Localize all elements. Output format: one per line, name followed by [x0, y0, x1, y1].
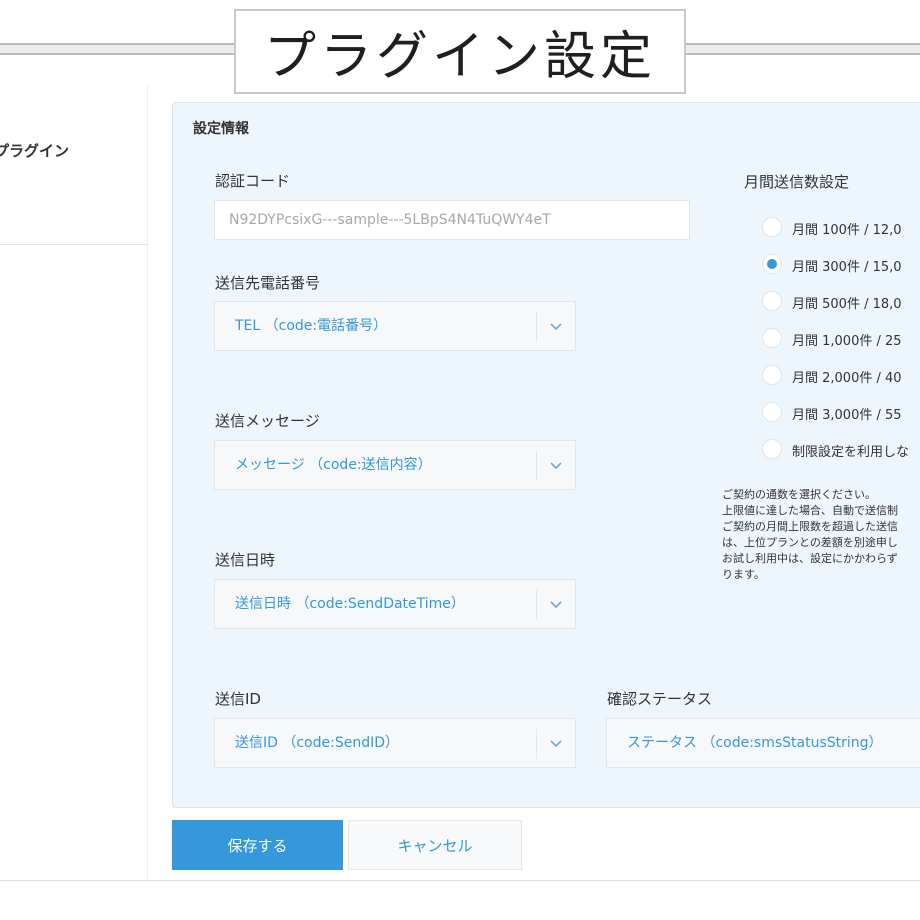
plan-option-label: 制限設定を利用しな [792, 445, 910, 460]
phone-label: 送信先電話番号 [215, 274, 321, 292]
radio-button[interactable] [762, 254, 782, 274]
plan-option-label: 月間 300件 / 15,0 [792, 260, 902, 275]
plan-option[interactable]: 月間 500件 / 18,0 [762, 290, 920, 314]
plan-option[interactable]: 月間 3,000件 / 55 [762, 401, 920, 425]
cancel-button[interactable]: キャンセル [348, 820, 522, 870]
select-divider [536, 451, 537, 481]
datetime-select[interactable]: 送信日時 （code:SendDateTime） [214, 579, 576, 629]
plan-note-line: 上限値に達した場合、自動で送信制 [722, 504, 898, 517]
status-select-value: ステータス （code:smsStatusString） [627, 735, 883, 751]
phone-select-value: TEL （code:電話番号） [235, 318, 388, 334]
left-sidebar [0, 84, 148, 880]
radio-button[interactable] [762, 402, 782, 422]
plan-option[interactable]: 制限設定を利用しな [762, 438, 920, 462]
sidebar-divider [147, 84, 148, 880]
plan-option-label: 月間 500件 / 18,0 [792, 297, 902, 312]
plan-option[interactable]: 月間 100件 / 12,0 [762, 216, 920, 240]
message-select[interactable]: メッセージ （code:送信内容） [214, 440, 576, 490]
auth-code-input[interactable] [214, 200, 690, 240]
plan-title: 月間送信数設定 [744, 173, 850, 191]
banner: プラグイン設定 [234, 9, 686, 94]
auth-code-label: 認証コード [215, 172, 291, 190]
panel-title: 設定情報 [193, 121, 249, 137]
plan-option-label: 月間 3,000件 / 55 [792, 408, 902, 423]
select-divider [536, 312, 537, 342]
page-title: プラグイン設定 [263, 27, 656, 87]
plan-note-line: ご契約の月間上限数を超過した送信 [722, 520, 898, 533]
plan-note-line: ご契約の通数を選択ください。 [722, 488, 876, 501]
radio-button[interactable] [762, 291, 782, 311]
plan-note: ご契約の通数を選択ください。 上限値に達した場合、自動で送信制 ご契約の月間上限… [722, 487, 898, 583]
plan-option-label: 月間 100件 / 12,0 [792, 223, 902, 238]
radio-button[interactable] [762, 439, 782, 459]
chevron-down-icon [550, 323, 562, 331]
radio-button[interactable] [762, 328, 782, 348]
select-divider [536, 729, 537, 759]
radio-button[interactable] [762, 365, 782, 385]
chevron-down-icon [550, 740, 562, 748]
status-select[interactable]: ステータス （code:smsStatusString） [606, 718, 920, 768]
datetime-select-value: 送信日時 （code:SendDateTime） [235, 596, 465, 612]
select-divider [536, 590, 537, 620]
save-button[interactable]: 保存する [172, 820, 343, 870]
plan-option[interactable]: 月間 300件 / 15,0 [762, 253, 920, 277]
plan-option[interactable]: 月間 1,000件 / 25 [762, 327, 920, 351]
footer-divider [0, 880, 920, 881]
send-id-select-value: 送信ID （code:SendID） [235, 735, 400, 751]
plan-option[interactable]: 月間 2,000件 / 40 [762, 364, 920, 388]
send-id-select[interactable]: 送信ID （code:SendID） [214, 718, 576, 768]
send-id-label: 送信ID [215, 690, 261, 708]
message-select-value: メッセージ （code:送信内容） [235, 457, 432, 473]
plan-option-label: 月間 2,000件 / 40 [792, 371, 902, 386]
sidebar-separator [0, 244, 148, 245]
plan-note-line: お試し利用中は、設定にかかわらず [722, 552, 898, 565]
status-label: 確認ステータス [607, 690, 713, 708]
chevron-down-icon [550, 462, 562, 470]
chevron-down-icon [550, 601, 562, 609]
phone-select[interactable]: TEL （code:電話番号） [214, 301, 576, 351]
datetime-label: 送信日時 [215, 551, 276, 569]
sidebar-item-plugin[interactable]: プラグイン [0, 140, 69, 161]
message-label: 送信メッセージ [215, 412, 320, 430]
plan-note-line: は、上位プランとの差額を別途申し [722, 536, 898, 549]
plan-note-line: ります。 [722, 568, 765, 581]
plan-option-label: 月間 1,000件 / 25 [792, 334, 902, 349]
radio-button[interactable] [762, 217, 782, 237]
